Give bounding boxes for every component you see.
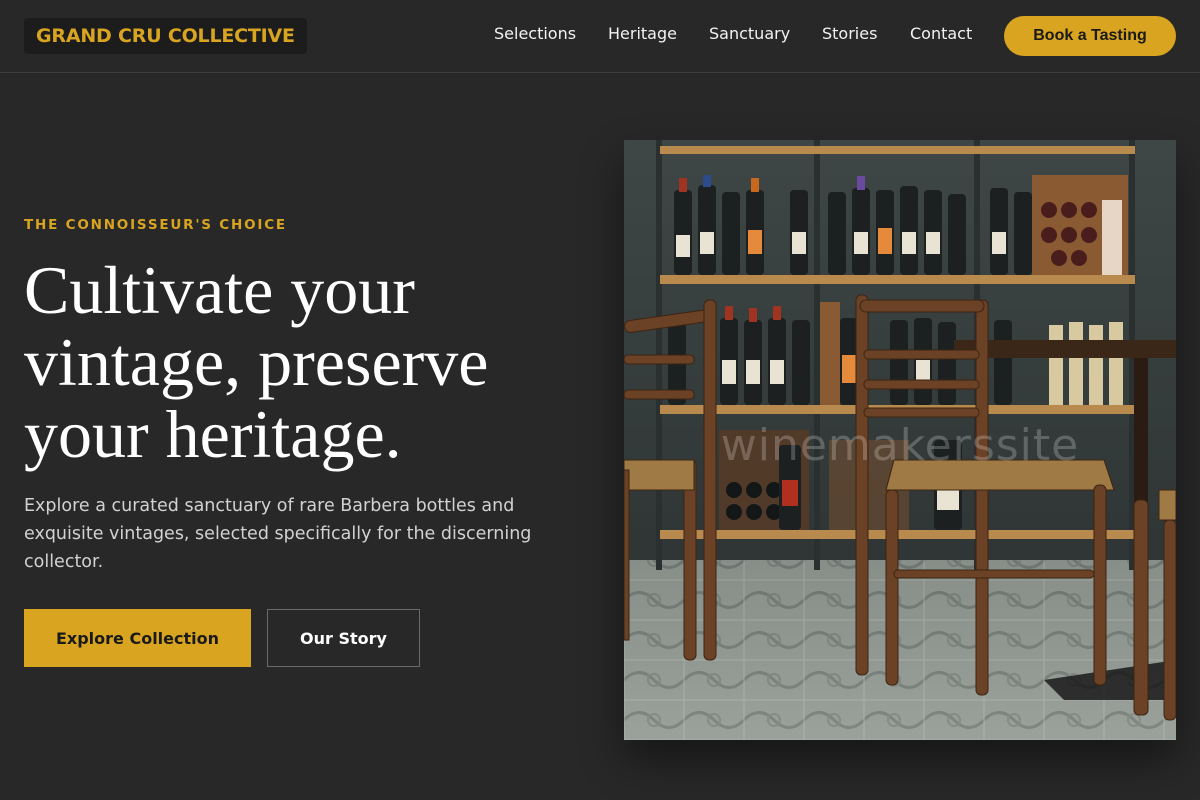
nav-link-contact[interactable]: Contact xyxy=(910,24,972,43)
hero-headline: Cultivate your vintage, preserve your he… xyxy=(24,252,489,472)
hero-image: winemakerssite xyxy=(624,140,1176,740)
book-tasting-button[interactable]: Book a Tasting xyxy=(1004,16,1176,56)
brand-logo[interactable]: GRAND CRU COLLECTIVE xyxy=(24,18,307,54)
explore-collection-button[interactable]: Explore Collection xyxy=(24,609,251,667)
nav-link-stories[interactable]: Stories xyxy=(822,24,877,43)
hero-eyebrow: THE CONNOISSEUR'S CHOICE xyxy=(24,217,287,233)
hero-subtext: Explore a curated sanctuary of rare Barb… xyxy=(24,496,532,572)
our-story-button[interactable]: Our Story xyxy=(267,609,420,667)
nav-link-heritage[interactable]: Heritage xyxy=(608,24,677,43)
nav-link-selections[interactable]: Selections xyxy=(494,24,576,43)
image-watermark: winemakerssite xyxy=(720,420,1080,471)
site-header: GRAND CRU COLLECTIVE Selections Heritage… xyxy=(0,0,1200,73)
nav-link-sanctuary[interactable]: Sanctuary xyxy=(709,24,790,43)
